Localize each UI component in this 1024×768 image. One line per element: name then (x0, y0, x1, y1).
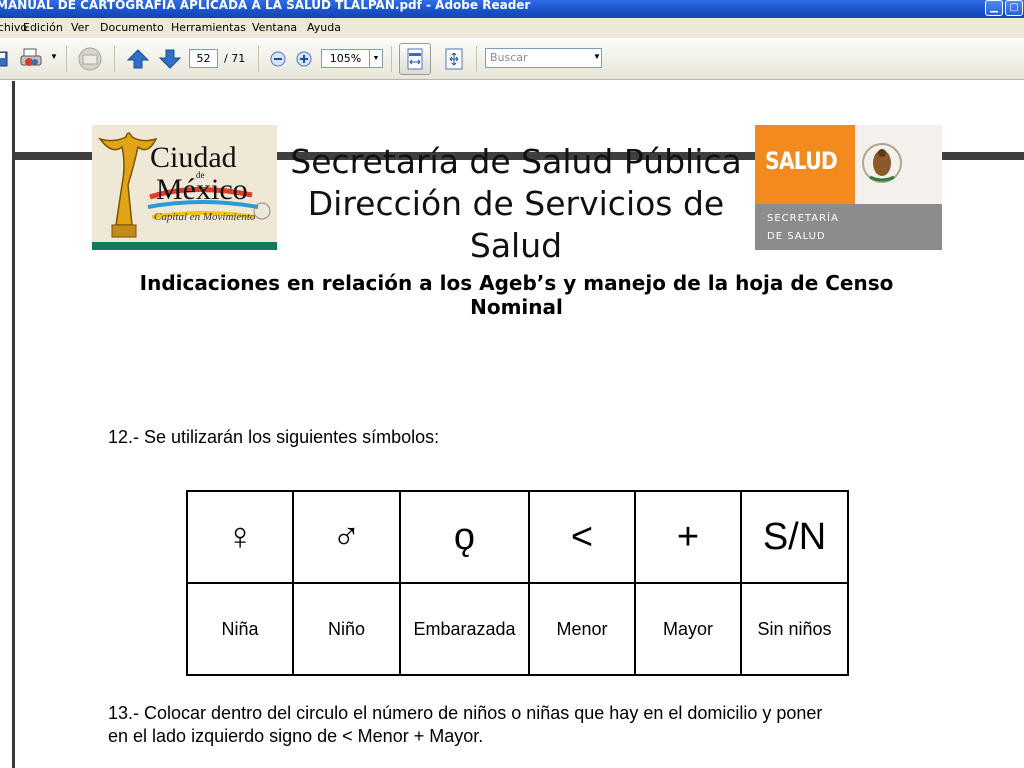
page-number-input[interactable]: 52 (189, 49, 218, 68)
header-title-line2: Dirección de Servicios de Salud (307, 184, 725, 265)
symbol-cell-nina: ♀ (186, 490, 294, 584)
pregnant-symbol: ǫ (453, 515, 476, 558)
zoom-out-icon[interactable] (269, 50, 287, 68)
toolbar-separator (476, 46, 477, 72)
label-embarazada: Embarazada (399, 582, 530, 676)
menu-documento[interactable]: Documento (100, 18, 164, 38)
label-nino: Niño (292, 582, 401, 676)
print-dropdown-icon[interactable]: ▼ (50, 52, 58, 61)
maximize-icon[interactable]: ▢ (1005, 0, 1023, 16)
fit-width-button[interactable] (399, 43, 431, 75)
mexico-coat-of-arms-icon (862, 143, 902, 183)
email-icon[interactable] (76, 46, 104, 72)
zoom-in-icon[interactable] (295, 50, 313, 68)
menu-herramientas[interactable]: Herramientas (171, 18, 246, 38)
menu-edicion[interactable]: Edición (23, 18, 63, 38)
previous-page-icon[interactable] (126, 48, 150, 70)
logo-tagline: Capital en Movimiento (154, 211, 256, 223)
toolbar-separator (66, 46, 67, 72)
salud-sub1: SECRETARÍA (767, 213, 839, 224)
secretaria-de-salud-logo: SALUD SECRETARÍA DE SALUD (755, 125, 942, 250)
toolbar-separator (391, 46, 392, 72)
symbol-cell-sin-ninos: S/N (740, 490, 849, 584)
salud-brand-text: SALUD (765, 147, 838, 175)
less-than-symbol: < (570, 515, 594, 558)
logo-ciudad-text: Ciudad (150, 141, 237, 174)
symbol-cell-menor: < (528, 490, 636, 584)
menu-ventana[interactable]: Ventana (252, 18, 297, 38)
window-title-bar[interactable]: MANUAL DE CARTOGRAFIA APLICADA A LA SALU… (0, 0, 1024, 18)
item-12-text: 12.- Se utilizarán los siguientes símbol… (108, 427, 440, 447)
zoom-dropdown-icon[interactable]: ▼ (370, 49, 383, 68)
next-page-icon[interactable] (158, 48, 182, 70)
header-title: Secretaría de Salud Pública Dirección de… (280, 141, 752, 267)
label-nina: Niña (186, 582, 294, 676)
menu-bar: Archivo Edición Ver Documento Herramient… (0, 18, 1024, 38)
symbols-table: ♀ ♂ ǫ < + S/N Niña Niño Embarazada Menor… (186, 490, 849, 676)
item-13-line1: 13.- Colocar dentro del circulo el númer… (108, 703, 823, 723)
toolbar-separator (114, 46, 115, 72)
fit-width-icon (407, 48, 423, 70)
ciudad-de-mexico-logo: Ciudad de México Capital en Movimiento (92, 125, 277, 250)
search-input[interactable]: Buscar (485, 48, 602, 68)
save-icon[interactable] (0, 49, 8, 69)
label-mayor: Mayor (634, 582, 742, 676)
symbols-row: ♀ ♂ ǫ < + S/N (186, 490, 849, 584)
window-title: MANUAL DE CARTOGRAFIA APLICADA A LA SALU… (0, 0, 531, 12)
fit-page-icon[interactable] (442, 47, 466, 71)
toolbar: ▼ 52 / 71 105% ▼ Buscar ▼ (0, 38, 1024, 80)
female-symbol: ♀ (225, 515, 255, 558)
sin-ninos-symbol: S/N (762, 515, 827, 558)
zoom-level-input[interactable]: 105% (321, 49, 370, 68)
item-13-line2: en el lado izquierdo signo de < Menor + … (108, 726, 484, 746)
print-icon[interactable] (20, 47, 46, 71)
labels-row: Niña Niño Embarazada Menor Mayor Sin niñ… (186, 582, 849, 676)
search-dropdown-icon[interactable]: ▼ (593, 52, 601, 61)
menu-ayuda[interactable]: Ayuda (307, 18, 341, 38)
section-heading: Indicaciones en relación a los Ageb’s y … (139, 271, 894, 319)
male-symbol: ♂ (332, 515, 361, 558)
salud-sub2: DE SALUD (767, 231, 826, 242)
symbol-cell-nino: ♂ (292, 490, 401, 584)
label-sin-ninos: Sin niños (740, 582, 849, 676)
label-menor: Menor (528, 582, 636, 676)
plus-symbol: + (676, 515, 700, 558)
logo-mexico-text: México (156, 173, 248, 206)
minimize-icon[interactable]: ▁ (985, 0, 1003, 16)
toolbar-separator (258, 46, 259, 72)
menu-ver[interactable]: Ver (71, 18, 89, 38)
page-count: / 71 (224, 52, 246, 65)
header-title-line1: Secretaría de Salud Pública (290, 142, 742, 181)
symbol-cell-mayor: + (634, 490, 742, 584)
page-left-border (12, 81, 15, 768)
symbol-cell-embarazada: ǫ (399, 490, 530, 584)
